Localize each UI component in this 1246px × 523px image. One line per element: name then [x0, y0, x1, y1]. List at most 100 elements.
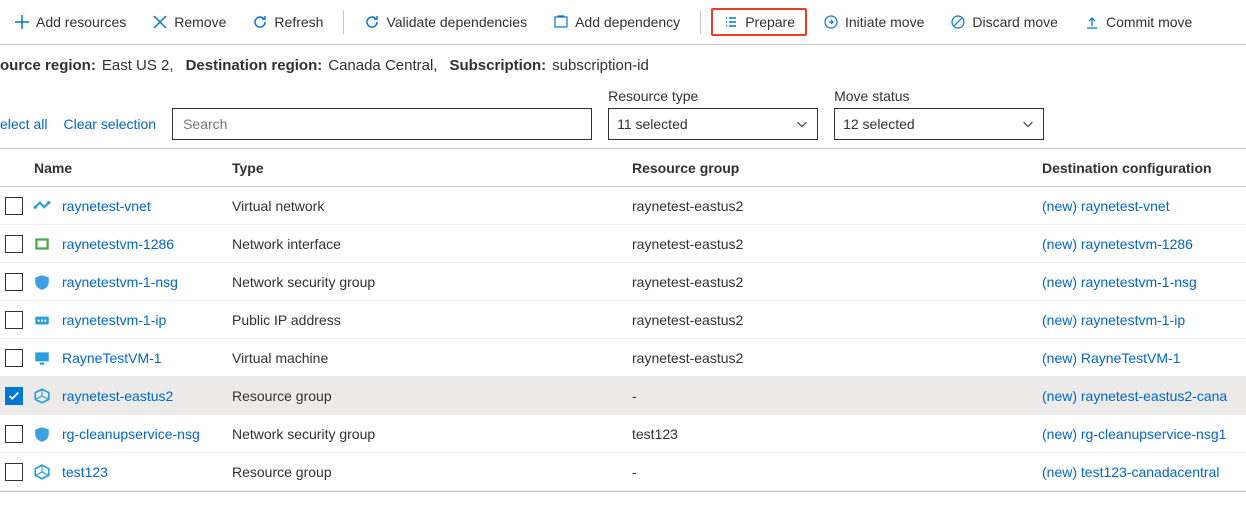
destination-config-cell: (new) raynetest-eastus2-cana [1036, 384, 1246, 408]
rg-icon [33, 463, 51, 481]
chevron-down-icon [795, 117, 809, 131]
row-checkbox[interactable] [5, 197, 23, 215]
x-icon [152, 14, 168, 30]
resource-type-cell: Virtual machine [226, 346, 626, 370]
table-row[interactable]: raynetestvm-1-ipPublic IP addressraynete… [0, 301, 1246, 339]
add-resources-label: Add resources [36, 14, 126, 30]
col-type[interactable]: Type [226, 156, 626, 180]
row-checkbox[interactable] [5, 273, 23, 291]
commit-move-button[interactable]: Commit move [1074, 10, 1202, 34]
resource-type-filter: Resource type 11 selected [608, 88, 818, 140]
select-all-link[interactable]: elect all [0, 116, 47, 140]
table-row[interactable]: RayneTestVM-1Virtual machineraynetest-ea… [0, 339, 1246, 377]
add-dependency-button[interactable]: Add dependency [543, 10, 690, 34]
row-checkbox-cell [0, 349, 28, 367]
vnet-icon [33, 197, 51, 215]
destination-region-label: Destination region: [186, 57, 323, 74]
refresh-label: Refresh [274, 14, 323, 30]
table-row[interactable]: rg-cleanupservice-nsg Network security gr… [0, 415, 1246, 453]
validate-dependencies-button[interactable]: Validate dependencies [354, 10, 537, 34]
subscription-value: subscription-id [552, 57, 649, 74]
add-dependency-icon [553, 14, 569, 30]
row-checkbox-cell [0, 311, 28, 329]
row-checkbox[interactable] [5, 463, 23, 481]
validate-dependencies-label: Validate dependencies [386, 14, 527, 30]
resource-name-cell: rg-cleanupservice-nsg [56, 422, 226, 446]
resource-icon-cell [28, 463, 56, 481]
add-resources-button[interactable]: Add resources [4, 10, 136, 34]
initiate-move-button[interactable]: Initiate move [813, 10, 934, 34]
row-checkbox[interactable] [5, 311, 23, 329]
plus-icon [14, 14, 30, 30]
destination-config-cell: (new) raynetestvm-1286 [1036, 232, 1246, 256]
table-row[interactable]: raynetestvm-1286Network interfaceraynete… [0, 225, 1246, 263]
list-icon [723, 14, 739, 30]
destination-config-cell: (new) rg-cleanupservice-nsg1 [1036, 422, 1246, 446]
resource-name-link[interactable]: raynetestvm-1286 [62, 236, 174, 252]
row-checkbox[interactable] [5, 349, 23, 367]
table-row[interactable]: raynetest-eastus2Resource group-(new) ra… [0, 377, 1246, 415]
col-resource-group[interactable]: Resource group [626, 156, 1036, 180]
search-input[interactable] [172, 108, 592, 140]
resource-name-link[interactable]: raynetest-vnet [62, 198, 151, 214]
destination-config-link[interactable]: (new) rg-cleanupservice-nsg1 [1042, 426, 1226, 442]
resource-icon-cell [28, 425, 56, 443]
resource-group-cell: raynetest-eastus2 [626, 194, 1036, 218]
resource-name-link[interactable]: test123 [62, 464, 108, 480]
destination-config-cell: (new) raynetest-vnet [1036, 194, 1246, 218]
slash-circle-icon [950, 14, 966, 30]
move-status-dropdown[interactable]: 12 selected [834, 108, 1044, 140]
table-row[interactable]: test123Resource group-(new) test123-cana… [0, 453, 1246, 491]
table-header: Name Type Resource group Destination con… [0, 149, 1246, 187]
clear-selection-link[interactable]: Clear selection [63, 116, 156, 140]
resource-type-cell: Network security group [226, 270, 626, 294]
col-destination[interactable]: Destination configuration [1036, 156, 1246, 180]
resource-name-link[interactable]: rg-cleanupservice-nsg [62, 426, 200, 442]
destination-config-link[interactable]: (new) raynetest-vnet [1042, 198, 1170, 214]
resource-type-cell: Network security group [226, 422, 626, 446]
row-checkbox[interactable] [5, 425, 23, 443]
destination-config-link[interactable]: (new) raynetest-eastus2-cana [1042, 388, 1227, 404]
row-checkbox[interactable] [5, 387, 23, 405]
destination-config-link[interactable]: (new) test123-canadacentral [1042, 464, 1219, 480]
destination-config-link[interactable]: (new) raynetestvm-1286 [1042, 236, 1193, 252]
resource-name-link[interactable]: RayneTestVM-1 [62, 350, 162, 366]
row-checkbox[interactable] [5, 235, 23, 253]
nic-icon [33, 235, 51, 253]
destination-config-link[interactable]: (new) RayneTestVM-1 [1042, 350, 1181, 366]
toolbar-divider [343, 10, 344, 34]
destination-config-link[interactable]: (new) raynetestvm-1-ip [1042, 312, 1185, 328]
resource-name-link[interactable]: raynetest-eastus2 [62, 388, 173, 404]
col-name[interactable]: Name [28, 156, 226, 180]
resource-type-dropdown[interactable]: 11 selected [608, 108, 818, 140]
discard-move-button[interactable]: Discard move [940, 10, 1068, 34]
resource-name-link[interactable]: raynetestvm-1-ip [62, 312, 166, 328]
prepare-label: Prepare [745, 14, 795, 30]
destination-config-cell: (new) RayneTestVM-1 [1036, 346, 1246, 370]
resource-type-selected: 11 selected [617, 116, 688, 132]
resource-icon-cell [28, 387, 56, 405]
resource-icon-cell [28, 311, 56, 329]
vm-icon [33, 349, 51, 367]
resource-name-link[interactable]: raynetestvm-1-nsg [62, 274, 178, 290]
resource-name-cell: test123 [56, 460, 226, 484]
table-row[interactable]: raynetest-vnetVirtual networkraynetest-e… [0, 187, 1246, 225]
destination-config-cell: (new) raynetestvm-1-nsg [1036, 270, 1246, 294]
toolbar: Add resources Remove Refresh Validate de… [0, 0, 1246, 45]
destination-config-link[interactable]: (new) raynetestvm-1-nsg [1042, 274, 1197, 290]
resource-name-cell: raynetest-eastus2 [56, 384, 226, 408]
refresh-button[interactable]: Refresh [242, 10, 333, 34]
row-checkbox-cell [0, 425, 28, 443]
resource-name-cell: raynetestvm-1-nsg [56, 270, 226, 294]
resource-name-cell: raynetestvm-1-ip [56, 308, 226, 332]
source-region-value: East US 2, [102, 57, 174, 74]
remove-button[interactable]: Remove [142, 10, 236, 34]
resource-type-cell: Public IP address [226, 308, 626, 332]
add-dependency-label: Add dependency [575, 14, 680, 30]
move-status-label: Move status [834, 88, 1044, 104]
search-box [172, 108, 592, 140]
prepare-button[interactable]: Prepare [711, 8, 807, 36]
table-row[interactable]: raynetestvm-1-nsgNetwork security groupr… [0, 263, 1246, 301]
resource-icon-cell [28, 235, 56, 253]
nsg-icon [33, 273, 51, 291]
